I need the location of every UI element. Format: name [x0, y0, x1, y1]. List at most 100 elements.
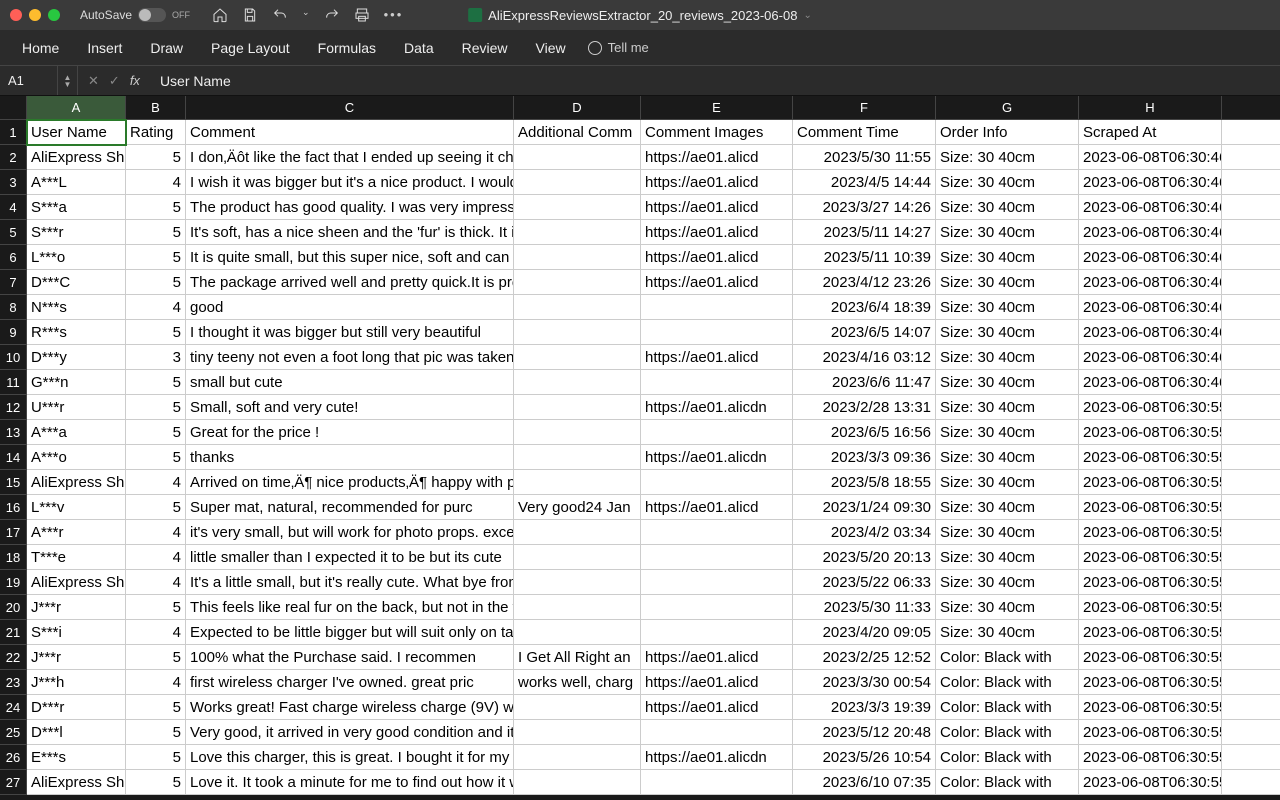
row-header-1[interactable]: 1: [0, 120, 27, 145]
cell-D22[interactable]: I Get All Right an: [514, 645, 641, 670]
cell-D1[interactable]: Additional Comm: [514, 120, 641, 145]
tab-data[interactable]: Data: [390, 30, 448, 66]
cell-H7[interactable]: 2023-06-08T06:30:46.905: [1079, 270, 1222, 295]
cell-H24[interactable]: 2023-06-08T06:30:55.480: [1079, 695, 1222, 720]
cell-D17[interactable]: [514, 520, 641, 545]
cell-H10[interactable]: 2023-06-08T06:30:46.905: [1079, 345, 1222, 370]
cell-I15[interactable]: [1222, 470, 1280, 495]
cell-C4[interactable]: The product has good quality. I was very…: [186, 195, 514, 220]
cell-B5[interactable]: 5: [126, 220, 186, 245]
cell-H16[interactable]: 2023-06-08T06:30:55.480: [1079, 495, 1222, 520]
row-header-20[interactable]: 20: [0, 595, 27, 620]
row-header-11[interactable]: 11: [0, 370, 27, 395]
cell-A23[interactable]: J***h: [27, 670, 126, 695]
cell-H8[interactable]: 2023-06-08T06:30:46.905: [1079, 295, 1222, 320]
cell-C6[interactable]: It is quite small, but this super nice, …: [186, 245, 514, 270]
cell-A12[interactable]: U***r: [27, 395, 126, 420]
cell-E23[interactable]: https://ae01.alicd: [641, 670, 793, 695]
cell-F12[interactable]: 2023/2/28 13:31: [793, 395, 936, 420]
cell-E16[interactable]: https://ae01.alicd: [641, 495, 793, 520]
cell-D8[interactable]: [514, 295, 641, 320]
cell-C20[interactable]: This feels like real fur on the back, bu…: [186, 595, 514, 620]
cell-B3[interactable]: 4: [126, 170, 186, 195]
cell-C2[interactable]: I don‚Äôt like the fact that I ended up …: [186, 145, 514, 170]
cell-D19[interactable]: [514, 570, 641, 595]
cell-A17[interactable]: A***r: [27, 520, 126, 545]
cell-I14[interactable]: [1222, 445, 1280, 470]
row-header-17[interactable]: 17: [0, 520, 27, 545]
cell-F10[interactable]: 2023/4/16 03:12: [793, 345, 936, 370]
cell-D12[interactable]: [514, 395, 641, 420]
autosave-toggle[interactable]: AutoSave OFF: [80, 8, 190, 22]
cell-G27[interactable]: Color: Black with: [936, 770, 1079, 795]
cell-E11[interactable]: [641, 370, 793, 395]
cell-A26[interactable]: E***s: [27, 745, 126, 770]
cell-A6[interactable]: L***o: [27, 245, 126, 270]
row-header-7[interactable]: 7: [0, 270, 27, 295]
cell-G8[interactable]: Size: 30 40cm: [936, 295, 1079, 320]
cell-I11[interactable]: [1222, 370, 1280, 395]
cell-C3[interactable]: I wish it was bigger but it's a nice pro…: [186, 170, 514, 195]
cell-I13[interactable]: [1222, 420, 1280, 445]
cell-C7[interactable]: The package arrived well and pretty quic…: [186, 270, 514, 295]
save-icon[interactable]: [242, 7, 258, 23]
undo-icon[interactable]: [272, 7, 288, 23]
cell-H22[interactable]: 2023-06-08T06:30:55.480: [1079, 645, 1222, 670]
cell-C5[interactable]: It's soft, has a nice sheen and the 'fur…: [186, 220, 514, 245]
cell-E12[interactable]: https://ae01.alicdn: [641, 395, 793, 420]
cell-B12[interactable]: 5: [126, 395, 186, 420]
cell-I1[interactable]: [1222, 120, 1280, 145]
row-header-15[interactable]: 15: [0, 470, 27, 495]
column-header-H[interactable]: H: [1079, 96, 1222, 120]
cell-F16[interactable]: 2023/1/24 09:30: [793, 495, 936, 520]
cell-G18[interactable]: Size: 30 40cm: [936, 545, 1079, 570]
cell-D5[interactable]: [514, 220, 641, 245]
cell-A27[interactable]: AliExpress Sh: [27, 770, 126, 795]
cell-F21[interactable]: 2023/4/20 09:05: [793, 620, 936, 645]
row-header-16[interactable]: 16: [0, 495, 27, 520]
cell-A1[interactable]: User Name: [27, 120, 126, 145]
cell-B24[interactable]: 5: [126, 695, 186, 720]
accept-formula-icon[interactable]: ✓: [109, 73, 120, 89]
cell-E1[interactable]: Comment Images: [641, 120, 793, 145]
cell-D9[interactable]: [514, 320, 641, 345]
cell-C10[interactable]: tiny teeny not even a foot long that pic…: [186, 345, 514, 370]
cell-H15[interactable]: 2023-06-08T06:30:55.480: [1079, 470, 1222, 495]
cell-D25[interactable]: [514, 720, 641, 745]
cell-I24[interactable]: [1222, 695, 1280, 720]
cell-F23[interactable]: 2023/3/30 00:54: [793, 670, 936, 695]
cell-H19[interactable]: 2023-06-08T06:30:55.480: [1079, 570, 1222, 595]
cell-I5[interactable]: [1222, 220, 1280, 245]
cell-F5[interactable]: 2023/5/11 14:27: [793, 220, 936, 245]
row-header-24[interactable]: 24: [0, 695, 27, 720]
row-header-10[interactable]: 10: [0, 345, 27, 370]
cell-E27[interactable]: [641, 770, 793, 795]
column-header-G[interactable]: G: [936, 96, 1079, 120]
cell-H21[interactable]: 2023-06-08T06:30:55.480: [1079, 620, 1222, 645]
home-icon[interactable]: [212, 7, 228, 23]
cell-I25[interactable]: [1222, 720, 1280, 745]
cell-C26[interactable]: Love this charger, this is great. I boug…: [186, 745, 514, 770]
cell-B23[interactable]: 4: [126, 670, 186, 695]
row-header-21[interactable]: 21: [0, 620, 27, 645]
minimize-window[interactable]: [29, 9, 41, 21]
cell-F24[interactable]: 2023/3/3 19:39: [793, 695, 936, 720]
cell-H4[interactable]: 2023-06-08T06:30:46.905: [1079, 195, 1222, 220]
cell-B27[interactable]: 5: [126, 770, 186, 795]
cell-H12[interactable]: 2023-06-08T06:30:55.480: [1079, 395, 1222, 420]
cell-C25[interactable]: Very good, it arrived in very good condi…: [186, 720, 514, 745]
cell-B17[interactable]: 4: [126, 520, 186, 545]
cell-B8[interactable]: 4: [126, 295, 186, 320]
cell-F22[interactable]: 2023/2/25 12:52: [793, 645, 936, 670]
cell-C8[interactable]: good: [186, 295, 514, 320]
cell-B25[interactable]: 5: [126, 720, 186, 745]
tab-home[interactable]: Home: [8, 30, 73, 66]
cell-D20[interactable]: [514, 595, 641, 620]
cell-G21[interactable]: Size: 30 40cm: [936, 620, 1079, 645]
tab-review[interactable]: Review: [448, 30, 522, 66]
cell-H6[interactable]: 2023-06-08T06:30:46.905: [1079, 245, 1222, 270]
cell-E5[interactable]: https://ae01.alicd: [641, 220, 793, 245]
tab-page-layout[interactable]: Page Layout: [197, 30, 304, 66]
row-header-26[interactable]: 26: [0, 745, 27, 770]
cell-A20[interactable]: J***r: [27, 595, 126, 620]
